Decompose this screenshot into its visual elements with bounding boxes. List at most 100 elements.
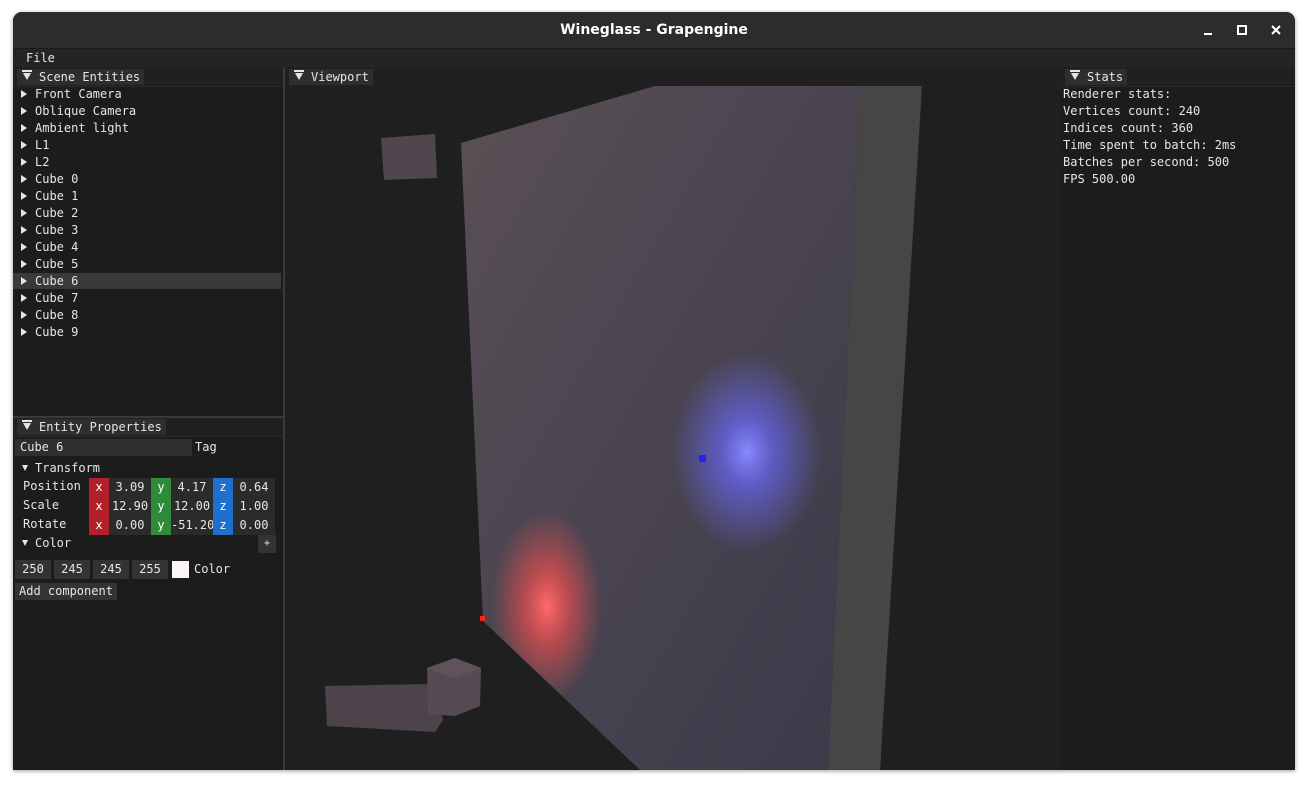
position-y-input[interactable]: 4.17	[171, 478, 213, 497]
position-z-input[interactable]: 0.64	[233, 478, 275, 497]
tree-item[interactable]: Ambient light	[13, 120, 281, 136]
position-y-axis-label: y	[151, 478, 171, 497]
scale-z-input[interactable]: 1.00	[233, 497, 275, 516]
cube-small-top	[381, 134, 437, 180]
color-section-header[interactable]: Color	[15, 534, 283, 554]
chevron-right-icon[interactable]	[21, 311, 27, 319]
stats-tab[interactable]: Stats	[1065, 69, 1128, 85]
app-window: Wineglass - Grapengine File Scene Entiti…	[13, 12, 1295, 770]
stats-panel: Stats Renderer stats: Vertices count: 240…	[1061, 68, 1295, 770]
tree-item[interactable]: Cube 5	[13, 256, 281, 272]
chevron-right-icon[interactable]	[21, 243, 27, 251]
collapse-icon[interactable]	[1070, 70, 1080, 80]
tree-item[interactable]: L1	[13, 137, 281, 153]
rotate-z-input[interactable]: 0.00	[233, 516, 275, 535]
scale-y-input[interactable]: 12.00	[171, 497, 213, 516]
viewport-panel[interactable]: Viewport	[283, 68, 1063, 770]
tree-item[interactable]: Front Camera	[13, 86, 281, 102]
color-channel-input[interactable]: 250	[15, 560, 51, 579]
tree-item[interactable]: Cube 9	[13, 324, 281, 340]
add-color-button[interactable]: +	[258, 535, 277, 553]
stat-line: Vertices count: 240	[1063, 104, 1201, 118]
rotate-z-axis-label: z	[213, 516, 233, 535]
scale-x-axis-label: x	[89, 497, 109, 516]
color-channel-input[interactable]: 245	[54, 560, 90, 579]
tree-item-label: Cube 4	[35, 240, 79, 254]
entity-properties-panel: Entity Properties Cube 6 Tag Transform P…	[13, 416, 285, 770]
color-channel-input[interactable]: 255	[132, 560, 168, 579]
color-label: Color	[194, 562, 231, 576]
viewport-tab[interactable]: Viewport	[289, 69, 373, 85]
chevron-right-icon[interactable]	[21, 209, 27, 217]
chevron-right-icon[interactable]	[21, 226, 27, 234]
tree-item-label: Cube 3	[35, 223, 79, 237]
tree-item-label: Oblique Camera	[35, 104, 137, 118]
entity-properties-tab[interactable]: Entity Properties	[17, 419, 166, 435]
rotate-y-axis-label: y	[151, 516, 171, 535]
window-title: Wineglass - Grapengine	[560, 22, 748, 38]
tree-item[interactable]: Cube 0	[13, 171, 281, 187]
tree-item[interactable]: Cube 6	[13, 273, 281, 289]
chevron-right-icon[interactable]	[21, 328, 27, 336]
chevron-right-icon[interactable]	[21, 260, 27, 268]
tree-item[interactable]: Oblique Camera	[13, 103, 281, 119]
color-swatch[interactable]	[172, 561, 189, 578]
tree-item[interactable]: Cube 4	[13, 239, 281, 255]
position-label: Position	[23, 479, 81, 493]
chevron-right-icon[interactable]	[21, 277, 27, 285]
add-component-button[interactable]: Add component	[15, 583, 117, 600]
collapse-icon[interactable]	[22, 70, 32, 80]
scene-render[interactable]	[285, 86, 1061, 770]
stat-line: Batches per second: 500	[1063, 155, 1230, 169]
tree-item-label: Cube 2	[35, 206, 79, 220]
viewport-title: Viewport	[311, 70, 369, 84]
collapse-icon[interactable]	[294, 70, 304, 80]
tree-item-label: L2	[35, 155, 50, 169]
stat-line: Indices count: 360	[1063, 121, 1194, 135]
chevron-down-icon	[22, 465, 28, 471]
minimize-icon[interactable]	[1198, 20, 1218, 40]
chevron-right-icon[interactable]	[21, 124, 27, 132]
scale-label: Scale	[23, 498, 60, 512]
chevron-right-icon[interactable]	[21, 175, 27, 183]
rotate-y-input[interactable]: -51.20	[171, 516, 214, 535]
maximize-icon[interactable]	[1232, 20, 1252, 40]
scale-z-axis-label: z	[213, 497, 233, 516]
chevron-right-icon[interactable]	[21, 158, 27, 166]
title-bar: Wineglass - Grapengine	[13, 12, 1295, 49]
tree-item[interactable]: Cube 2	[13, 205, 281, 221]
collapse-icon[interactable]	[22, 420, 32, 430]
tree-item[interactable]: Cube 1	[13, 188, 281, 204]
rotate-x-input[interactable]: 0.00	[109, 516, 151, 535]
chevron-right-icon[interactable]	[21, 90, 27, 98]
tree-item[interactable]: Cube 8	[13, 307, 281, 323]
tree-item-label: Front Camera	[35, 87, 122, 101]
chevron-right-icon[interactable]	[21, 294, 27, 302]
tag-label: Tag	[195, 440, 217, 454]
position-x-input[interactable]: 3.09	[109, 478, 151, 497]
chevron-right-icon[interactable]	[21, 192, 27, 200]
tree-item[interactable]: Cube 3	[13, 222, 281, 238]
scene-entities-title: Scene Entities	[39, 70, 141, 84]
tree-item-label: Ambient light	[35, 121, 129, 135]
viewport-header: Viewport	[285, 68, 1061, 87]
scene-entities-header: Scene Entities	[13, 68, 283, 87]
position-x-axis-label: x	[89, 478, 109, 497]
scale-x-input[interactable]: 12.90	[109, 497, 151, 516]
menu-file[interactable]: File	[26, 51, 55, 65]
transform-grid: x 3.09 y 4.17 z 0.64 x 12.90 y 12.00 z 1.00 x 0.00 y -5…	[89, 478, 279, 536]
tree-item[interactable]: L2	[13, 154, 281, 170]
tree-item[interactable]: Cube 7	[13, 290, 281, 306]
stats-title: Stats	[1087, 70, 1124, 84]
transform-header[interactable]: Transform	[15, 460, 283, 477]
tree-item-label: Cube 0	[35, 172, 79, 186]
scale-y-axis-label: y	[151, 497, 171, 516]
scene-entities-tab[interactable]: Scene Entities	[17, 69, 145, 85]
close-icon[interactable]	[1266, 20, 1286, 40]
chevron-right-icon[interactable]	[21, 141, 27, 149]
position-z-axis-label: z	[213, 478, 233, 497]
tree-item-label: Cube 6	[35, 274, 79, 288]
color-channel-input[interactable]: 245	[93, 560, 129, 579]
chevron-right-icon[interactable]	[21, 107, 27, 115]
tag-input[interactable]: Cube 6	[15, 439, 192, 456]
